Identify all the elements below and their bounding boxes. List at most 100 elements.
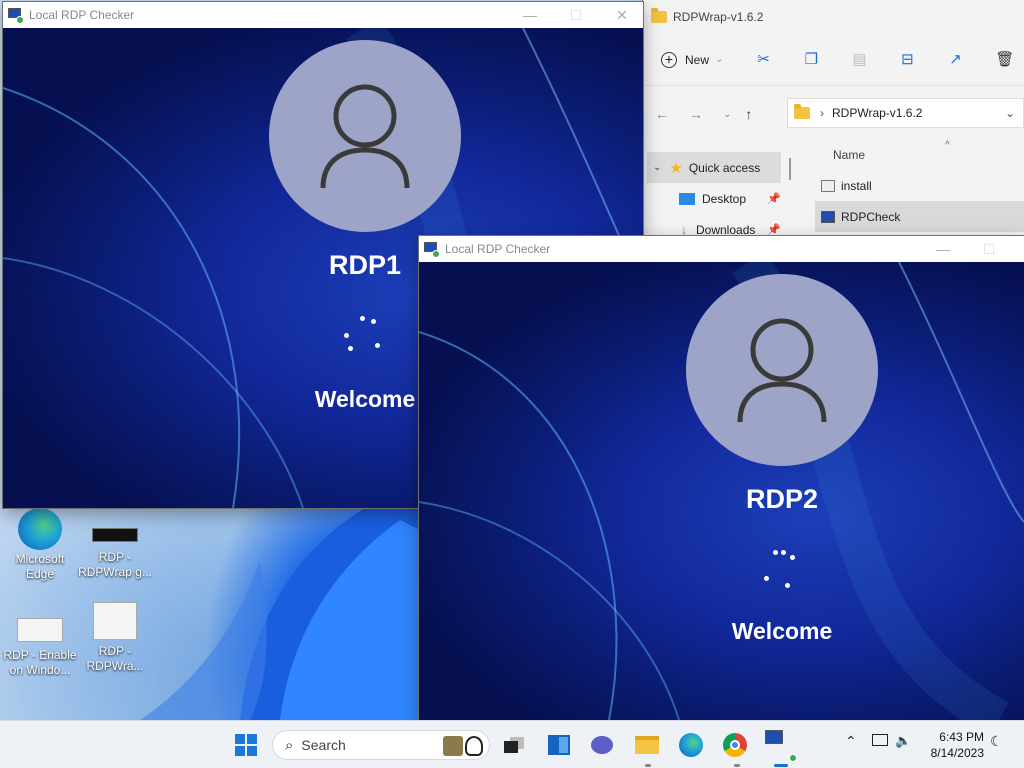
widgets-icon bbox=[548, 735, 570, 755]
username-label: RDP2 bbox=[745, 484, 819, 514]
folder-icon bbox=[794, 104, 810, 119]
chrome-icon bbox=[723, 733, 747, 757]
desktop-icon-label: RDP - Enable bbox=[3, 648, 77, 662]
address-text: RDPWrap-v1.6.2 bbox=[832, 106, 923, 120]
user-icon bbox=[737, 318, 827, 423]
network-icon[interactable] bbox=[872, 734, 888, 746]
file-row-rdpcheck[interactable]: RDPCheck bbox=[815, 201, 1024, 232]
copy-icon[interactable]: ❐ bbox=[803, 51, 819, 68]
clock-time: 6:43 PM bbox=[939, 730, 984, 744]
settings-file-icon bbox=[821, 179, 835, 192]
desktop-icon-rdp-rdpwra[interactable]: RDP - RDPWra... bbox=[75, 602, 155, 674]
rdp-app-icon bbox=[821, 210, 835, 223]
edge-taskbar-button[interactable] bbox=[675, 729, 707, 761]
desktop-icon bbox=[679, 192, 695, 205]
taskbar: ⌕ Search ⌃ 🔈 6:43 PM 8/14/2023 ☾ bbox=[0, 720, 1024, 768]
rdp-app-icon bbox=[765, 730, 797, 762]
desktop-icon-label: RDP - bbox=[98, 644, 132, 658]
desktop-icon-rdp-enable[interactable]: RDP - Enable on Windo... bbox=[0, 616, 80, 678]
desktop-icon-label: RDPWrap g... bbox=[78, 565, 152, 579]
file-explorer-taskbar-button[interactable] bbox=[631, 729, 663, 761]
delete-icon[interactable]: 🗑 bbox=[995, 51, 1014, 68]
close-button[interactable]: ✕ bbox=[599, 2, 645, 28]
back-arrow-icon[interactable]: ← bbox=[655, 106, 669, 122]
nav-item-label: Desktop bbox=[702, 191, 747, 206]
show-hidden-icons-chevron-icon[interactable]: ⌃ bbox=[845, 733, 857, 750]
up-arrow-icon[interactable]: ↑ bbox=[745, 106, 752, 122]
start-button[interactable] bbox=[230, 729, 262, 761]
folder-icon bbox=[635, 736, 659, 754]
new-button-label: New bbox=[685, 52, 710, 67]
file-list: Name ^ install RDPCheck bbox=[815, 140, 1024, 238]
address-dropdown-icon[interactable]: ⌄ bbox=[1005, 106, 1015, 120]
maximize-button[interactable]: ☐ bbox=[966, 236, 1012, 262]
nav-item-desktop[interactable]: Desktop 📌 bbox=[643, 183, 793, 214]
task-view-button[interactable] bbox=[498, 729, 530, 761]
shortcut-thumbnail-icon bbox=[92, 528, 138, 542]
window-title: Local RDP Checker bbox=[29, 8, 135, 22]
desktop-icon-label: Microsoft bbox=[15, 552, 65, 566]
clock[interactable]: 6:43 PM 8/14/2023 bbox=[924, 729, 984, 761]
edge-icon bbox=[18, 508, 62, 550]
running-indicator bbox=[645, 764, 651, 767]
window-titlebar[interactable]: Local RDP Checker — ☐ bbox=[419, 236, 1024, 262]
file-row-install[interactable]: install bbox=[815, 170, 1024, 201]
explorer-title: RDPWrap-v1.6.2 bbox=[673, 10, 764, 24]
pin-icon: 📌 bbox=[767, 224, 781, 236]
search-label: Search bbox=[301, 737, 346, 753]
welcome-status: Welcome bbox=[731, 618, 833, 644]
widgets-button[interactable] bbox=[543, 729, 575, 761]
nav-item-label: Quick access bbox=[688, 160, 761, 175]
pin-icon: 📌 bbox=[767, 193, 781, 205]
plus-icon: + bbox=[661, 51, 677, 68]
forward-arrow-icon[interactable]: → bbox=[689, 106, 703, 122]
search-highlight-icon bbox=[443, 736, 463, 756]
chevron-down-icon[interactable]: ⌄ bbox=[653, 162, 661, 173]
explorer-titlebar[interactable]: RDPWrap-v1.6.2 bbox=[643, 0, 1024, 34]
file-name: install bbox=[841, 178, 872, 193]
rdp-checker-taskbar-button[interactable] bbox=[764, 729, 797, 762]
share-icon[interactable]: ↗ bbox=[947, 51, 963, 68]
rdp-app-icon bbox=[423, 241, 440, 258]
document-thumbnail-icon bbox=[93, 602, 137, 640]
paste-icon[interactable]: ▤ bbox=[851, 51, 867, 68]
window-title: Local RDP Checker bbox=[445, 242, 551, 256]
scrollbar-thumb[interactable] bbox=[789, 158, 791, 180]
headset-icon bbox=[465, 736, 483, 756]
column-header-label: Name bbox=[833, 148, 866, 162]
new-button[interactable]: + New ⌄ bbox=[661, 51, 723, 68]
chat-icon bbox=[591, 736, 613, 754]
rdp-app-icon bbox=[7, 7, 24, 24]
chat-button[interactable] bbox=[586, 729, 618, 761]
rdp-checker-window-2[interactable]: Local RDP Checker — ☐ RDP2 Welcome bbox=[419, 236, 1024, 720]
loading-spinner-icon bbox=[761, 550, 801, 590]
search-icon: ⌕ bbox=[285, 736, 294, 754]
desktop-icon-label: Edge bbox=[25, 567, 55, 581]
rename-icon[interactable]: ⊟ bbox=[899, 51, 915, 68]
minimize-button[interactable]: — bbox=[920, 236, 966, 262]
column-header-name[interactable]: Name ^ bbox=[815, 140, 1024, 170]
document-thumbnail-icon bbox=[17, 618, 63, 642]
remote-session-view[interactable]: RDP2 Welcome bbox=[419, 262, 1024, 720]
recent-chevron-icon[interactable]: ⌄ bbox=[723, 109, 731, 120]
clock-date: 8/14/2023 bbox=[930, 746, 984, 760]
desktop-icon-rdp-rdpwrap[interactable]: RDP - RDPWrap g... bbox=[75, 528, 155, 580]
sort-ascending-icon: ^ bbox=[945, 140, 950, 151]
cut-icon[interactable]: ✂ bbox=[755, 51, 771, 68]
user-avatar bbox=[686, 274, 878, 466]
task-view-icon bbox=[504, 737, 524, 753]
minimize-button[interactable]: — bbox=[507, 2, 553, 28]
maximize-button[interactable]: ☐ bbox=[553, 2, 599, 28]
volume-icon[interactable]: 🔈 bbox=[895, 733, 911, 749]
loading-spinner-icon bbox=[343, 316, 383, 356]
nav-item-quick-access[interactable]: ⌄ ★ Quick access bbox=[647, 152, 781, 183]
desktop-icon-edge[interactable]: Microsoft Edge bbox=[0, 508, 80, 582]
windows-logo-icon bbox=[235, 734, 257, 756]
taskbar-search-box[interactable]: ⌕ Search bbox=[272, 730, 490, 760]
chrome-taskbar-button[interactable] bbox=[719, 729, 751, 761]
user-avatar bbox=[269, 40, 461, 232]
file-explorer-window[interactable]: RDPWrap-v1.6.2 + New ⌄ ✂ ❐ ▤ ⊟ ↗ 🗑 ← → ⌄… bbox=[643, 0, 1024, 238]
address-bar[interactable]: › RDPWrap-v1.6.2 ⌄ bbox=[787, 98, 1024, 128]
notifications-moon-icon[interactable]: ☾ bbox=[990, 733, 1003, 750]
window-titlebar[interactable]: Local RDP Checker — ☐ ✕ bbox=[3, 2, 643, 28]
